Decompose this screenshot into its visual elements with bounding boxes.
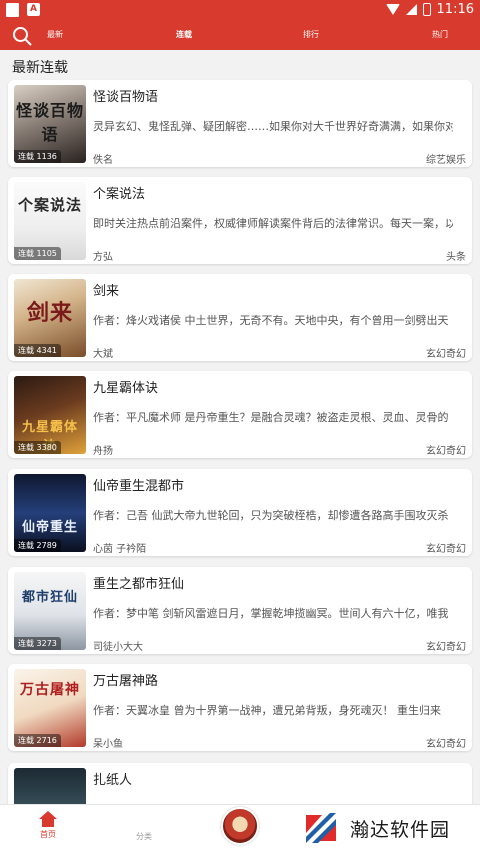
signal-icon [405,4,417,15]
tab-latest[interactable]: 最新 [25,29,85,40]
book-author: 呆小鱼 [93,739,123,750]
book-cover[interactable]: 万古屠神 连载 2716 [14,669,86,747]
book-title: 重生之都市狂仙 [93,577,185,592]
section-title: 最新连载 [12,60,68,76]
book-genre: 玄幻奇幻 [426,446,466,457]
status-time: 11:16 [436,2,474,17]
battery-icon [422,3,431,16]
bottom-nav-home-label: 首页 [40,830,56,839]
tab-serial[interactable]: 连载 [154,29,214,40]
serial-badge: 连载 4341 [14,344,61,357]
wifi-icon [385,4,400,15]
bottom-nav-home[interactable]: 首页 [23,811,73,840]
book-title: 剑来 [93,284,120,299]
book-cover[interactable]: 都市狂仙 连载 3273 [14,572,86,650]
book-author: 方弘 [93,252,113,263]
book-genre: 玄幻奇幻 [426,349,466,360]
book-description: 灵异玄幻、鬼怪乱弹、疑团解密……如果你对大千世界好奇满满，如果你对 [93,120,453,133]
watermark-logo-icon [304,811,338,845]
book-genre: 玄幻奇幻 [426,544,466,555]
book-title: 扎纸人 [93,773,133,788]
serial-badge: 连载 3273 [14,637,61,650]
book-description: 作者：梦中笔 剑斩风雷遮日月，掌握乾坤揽幽冥。世间人有六十亿，唯我 [93,607,449,620]
book-title: 万古屠神路 [93,674,159,689]
book-description: 即时关注热点前沿案件，权威律师解读案件背后的法律常识。每天一案，以 [93,217,453,230]
cover-title: 剑来 [26,300,73,326]
book-author: 佚名 [93,155,113,166]
book-title: 仙帝重生混都市 [93,479,185,494]
tab-ranking[interactable]: 排行 [281,29,341,40]
book-cover[interactable]: 个案说法 连载 1105 [14,182,86,260]
status-bar: A 11:16 [0,0,480,22]
book-author: 心茵 子衿陌 [93,544,147,555]
book-genre: 玄幻奇幻 [426,642,466,653]
cover-title: 万古屠神 [20,682,80,698]
serial-badge: 连载 2789 [14,539,61,552]
book-card[interactable]: 怪谈百物语 连载 1136 怪谈百物语 灵异玄幻、鬼怪乱弹、疑团解密……如果你对… [8,80,472,167]
bottom-nav-category[interactable]: 分类 [119,811,169,842]
book-author: 大斌 [93,349,113,360]
book-card[interactable]: 仙帝重生 连载 2789 仙帝重生混都市 作者：己吾 仙武大帝九世轮回，只为突破… [8,469,472,556]
book-card[interactable]: 个案说法 连载 1105 个案说法 即时关注热点前沿案件，权威律师解读案件背后的… [8,177,472,264]
book-description: 作者：己吾 仙武大帝九世轮回，只为突破桎梏，却惨遭各路高手围攻灭杀 [93,509,449,522]
cover-title: 怪谈百物语 [16,101,85,144]
book-cover[interactable]: 怪谈百物语 连载 1136 [14,85,86,163]
book-author: 舟扬 [93,446,113,457]
cover-title: 仙帝重生 [21,520,78,535]
book-cover[interactable]: 九星霸体诀 连载 3380 [14,376,86,454]
serial-badge: 连载 2716 [14,734,61,747]
cover-title: 个案说法 [17,196,82,214]
book-card[interactable]: 万古屠神 连载 2716 万古屠神路 作者：天翼冰皇 曾为十界第一战神，遭兄弟背… [8,664,472,751]
book-genre: 玄幻奇幻 [426,739,466,750]
book-title: 个案说法 [93,187,146,202]
serial-badge: 连载 1105 [14,247,61,260]
book-genre: 头条 [446,252,466,263]
book-title: 怪谈百物语 [93,90,159,105]
bottom-nav-category-label: 分类 [136,832,152,841]
book-card[interactable]: 剑来 连载 4341 剑来 作者：烽火戏诸侯 中土世界，无奇不有。天地中央，有个… [8,274,472,361]
book-genre: 综艺娱乐 [426,155,466,166]
book-card[interactable]: 都市狂仙 连载 3273 重生之都市狂仙 作者：梦中笔 剑斩风雷遮日月，掌握乾坤… [8,567,472,654]
watermark-text: 瀚达软件园 [350,818,451,841]
book-cover[interactable]: 仙帝重生 连载 2789 [14,474,86,552]
book-card[interactable]: 九星霸体诀 连载 3380 九星霸体诀 作者：平凡魔术师 是丹帝重生？是融合灵魂… [8,371,472,458]
home-icon [39,811,57,827]
top-nav: 最新 连载 排行 热门 [0,22,480,50]
book-description: 作者：平凡魔术师 是丹帝重生？是融合灵魂？被盗走灵根、灵血、灵骨的 [93,411,449,424]
book-cover[interactable]: 剑来 连载 4341 [14,279,86,357]
book-author: 司徒小大大 [93,642,143,653]
tab-hot[interactable]: 热门 [410,29,470,40]
book-title: 九星霸体诀 [93,381,159,396]
featured-center-button[interactable] [221,807,259,845]
serial-badge: 连载 1136 [14,150,61,163]
app-notification-icon: A [27,3,40,16]
book-description: 作者：烽火戏诸侯 中土世界，无奇不有。天地中央，有个曾用一剑劈出天 [93,314,449,327]
cover-title: 都市狂仙 [21,590,78,605]
watermark: 瀚达软件园 [300,804,480,852]
book-description: 作者：天翼冰皇 曾为十界第一战神，遭兄弟背叛，身死魂灭！ 重生归来 [93,704,441,717]
serial-badge: 连载 3380 [14,441,61,454]
category-icon [135,811,153,829]
notification-icon [6,3,19,17]
